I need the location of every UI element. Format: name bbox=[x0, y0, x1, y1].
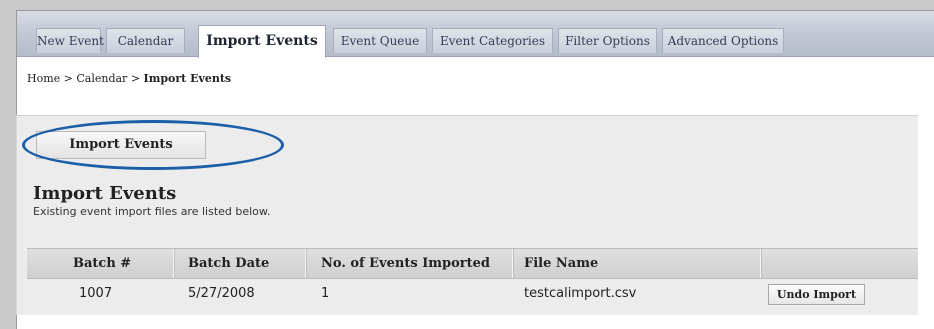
column-header-batch: Batch # bbox=[73, 256, 132, 271]
import-batches-table: Batch # Batch Date No. of Events Importe… bbox=[27, 248, 918, 309]
breadcrumb-home[interactable]: Home bbox=[27, 72, 60, 85]
table-header: Batch # Batch Date No. of Events Importe… bbox=[27, 248, 918, 279]
tab-calendar[interactable]: Calendar bbox=[106, 28, 185, 53]
undo-import-button[interactable]: Undo Import bbox=[768, 284, 865, 305]
breadcrumb-current: Import Events bbox=[143, 72, 232, 85]
tab-import-events[interactable]: Import Events bbox=[198, 25, 326, 58]
column-divider bbox=[173, 249, 175, 278]
cell-batch-date: 5/27/2008 bbox=[188, 286, 255, 301]
tab-advanced-options[interactable]: Advanced Options bbox=[662, 28, 784, 53]
cell-batch: 1007 bbox=[79, 286, 113, 301]
breadcrumb-calendar[interactable]: Calendar bbox=[76, 72, 127, 85]
tab-event-categories[interactable]: Event Categories bbox=[432, 28, 553, 53]
column-divider bbox=[305, 249, 307, 278]
import-events-button[interactable]: Import Events bbox=[36, 131, 206, 159]
cell-file-name: testcalimport.csv bbox=[524, 286, 637, 301]
tab-new-event[interactable]: New Event bbox=[36, 28, 104, 53]
breadcrumb-separator: > bbox=[127, 72, 144, 85]
column-divider bbox=[760, 249, 762, 278]
tab-filter-options[interactable]: Filter Options bbox=[558, 28, 657, 53]
column-header-events-imported: No. of Events Imported bbox=[321, 256, 491, 271]
column-header-file-name: File Name bbox=[524, 256, 599, 271]
cell-events-imported: 1 bbox=[321, 286, 330, 301]
breadcrumb: Home > Calendar > Import Events bbox=[27, 72, 231, 85]
tab-event-queue[interactable]: Event Queue bbox=[333, 28, 427, 53]
section-title: Import Events bbox=[33, 183, 177, 204]
table-row: 1007 5/27/2008 1 testcalimport.csv Undo … bbox=[27, 279, 918, 309]
tab-bar: New Event Calendar Import Events Event Q… bbox=[17, 11, 934, 58]
section-description: Existing event import files are listed b… bbox=[33, 205, 271, 218]
column-header-batch-date: Batch Date bbox=[188, 256, 270, 271]
breadcrumb-separator: > bbox=[60, 72, 77, 85]
column-divider bbox=[512, 249, 514, 278]
